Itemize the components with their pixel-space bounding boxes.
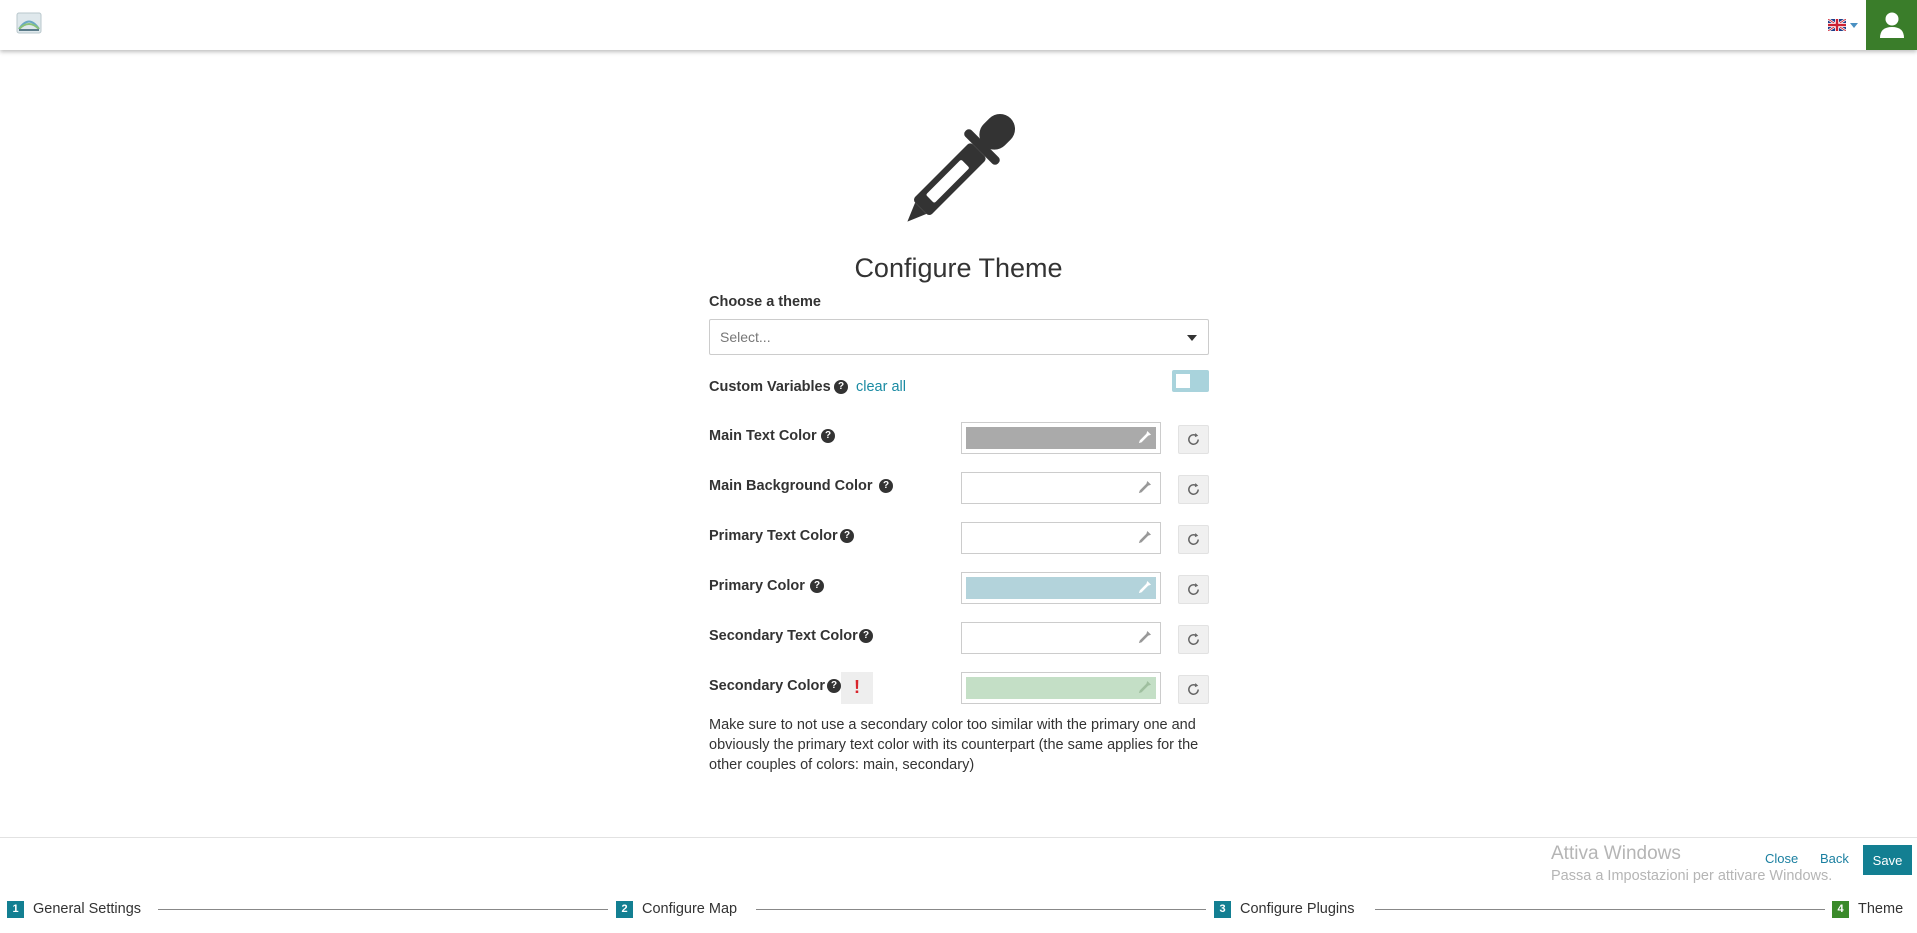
color-swatch bbox=[966, 577, 1156, 599]
step-number: 2 bbox=[616, 900, 633, 918]
help-icon[interactable]: ? bbox=[879, 479, 893, 493]
reset-main-background-color-button[interactable] bbox=[1178, 475, 1209, 504]
eyedropper-icon bbox=[1138, 680, 1152, 694]
help-icon[interactable]: ? bbox=[840, 529, 854, 543]
secondary-text-color-row: Secondary Text Color ? bbox=[709, 622, 1209, 654]
user-menu-button[interactable] bbox=[1866, 0, 1917, 50]
step-connector bbox=[158, 909, 608, 910]
back-button[interactable]: Back bbox=[1820, 851, 1849, 866]
primary-color-label: Primary Color bbox=[709, 578, 805, 594]
main-background-color-label: Main Background Color bbox=[709, 478, 873, 494]
theme-select-placeholder: Select... bbox=[720, 329, 771, 345]
app-logo-icon[interactable] bbox=[16, 10, 42, 36]
eyedropper-icon bbox=[1138, 630, 1152, 644]
secondary-color-label: Secondary Color bbox=[709, 678, 826, 694]
main-text-color-input[interactable] bbox=[961, 422, 1161, 454]
reset-secondary-color-button[interactable] bbox=[1178, 675, 1209, 704]
help-icon[interactable]: ? bbox=[810, 579, 824, 593]
chevron-down-icon bbox=[1850, 22, 1858, 28]
help-icon[interactable]: ? bbox=[827, 679, 841, 693]
color-swatch bbox=[966, 677, 1156, 699]
eyedropper-icon bbox=[1138, 430, 1152, 444]
step-connector bbox=[756, 909, 1206, 910]
primary-text-color-input[interactable] bbox=[961, 522, 1161, 554]
color-swatch bbox=[966, 427, 1156, 449]
secondary-text-color-input[interactable] bbox=[961, 622, 1161, 654]
main-background-color-input[interactable] bbox=[961, 472, 1161, 504]
language-selector[interactable] bbox=[1828, 17, 1858, 33]
color-advice-note: Make sure to not use a secondary color t… bbox=[709, 717, 1199, 773]
help-icon[interactable]: ? bbox=[834, 380, 848, 394]
user-icon bbox=[1879, 12, 1904, 38]
save-button[interactable]: Save bbox=[1863, 845, 1912, 875]
clear-all-link[interactable]: clear all bbox=[856, 379, 906, 395]
close-button[interactable]: Close bbox=[1765, 851, 1798, 866]
step-label: Configure Map bbox=[642, 901, 738, 917]
primary-color-row: Primary Color ? bbox=[709, 572, 1209, 604]
step-theme[interactable]: 4 Theme bbox=[1832, 899, 1903, 919]
page-title: Configure Theme bbox=[854, 253, 1063, 283]
step-number: 4 bbox=[1832, 900, 1849, 918]
refresh-icon bbox=[1188, 632, 1199, 645]
custom-variables-row: Custom Variables ? clear all bbox=[709, 374, 1209, 402]
main-text-color-label: Main Text Color bbox=[709, 428, 817, 444]
primary-text-color-label: Primary Text Color bbox=[709, 528, 838, 544]
primary-text-color-row: Primary Text Color ? bbox=[709, 522, 1209, 554]
refresh-icon bbox=[1188, 682, 1199, 695]
custom-variables-label: Custom Variables bbox=[709, 379, 831, 395]
step-configure-map[interactable]: 2 Configure Map bbox=[616, 899, 737, 919]
refresh-icon bbox=[1188, 532, 1199, 545]
warning-icon: ! bbox=[841, 672, 873, 704]
eyedropper-icon bbox=[1138, 480, 1152, 494]
windows-activation-subtitle: Passa a Impostazioni per attivare Window… bbox=[1551, 868, 1833, 884]
secondary-text-color-label: Secondary Text Color bbox=[709, 628, 858, 644]
theme-select[interactable]: Select... bbox=[709, 319, 1209, 355]
main-background-color-row: Main Background Color ? bbox=[709, 472, 1209, 504]
step-number: 3 bbox=[1214, 900, 1231, 918]
step-label: Configure Plugins bbox=[1240, 901, 1355, 917]
reset-main-text-color-button[interactable] bbox=[1178, 425, 1209, 454]
refresh-icon bbox=[1188, 482, 1199, 495]
chevron-down-icon bbox=[1187, 335, 1197, 341]
eyedropper-icon bbox=[892, 103, 1026, 237]
step-label: Theme bbox=[1858, 901, 1904, 917]
reset-primary-text-color-button[interactable] bbox=[1178, 525, 1209, 554]
step-number: 1 bbox=[7, 900, 24, 918]
help-icon[interactable]: ? bbox=[859, 629, 873, 643]
secondary-color-row: Secondary Color ? ! bbox=[709, 672, 1209, 704]
primary-color-input[interactable] bbox=[961, 572, 1161, 604]
help-icon[interactable]: ? bbox=[821, 429, 835, 443]
reset-secondary-text-color-button[interactable] bbox=[1178, 625, 1209, 654]
windows-activation-title: Attiva Windows bbox=[1551, 843, 1681, 864]
reset-primary-color-button[interactable] bbox=[1178, 575, 1209, 604]
eyedropper-icon bbox=[1138, 580, 1152, 594]
custom-variables-toggle[interactable] bbox=[1172, 370, 1209, 392]
eyedropper-icon bbox=[1138, 530, 1152, 544]
main-text-color-row: Main Text Color ? bbox=[709, 422, 1209, 454]
choose-theme-label: Choose a theme bbox=[709, 294, 821, 310]
top-bar bbox=[0, 0, 1917, 50]
secondary-color-input[interactable] bbox=[961, 672, 1161, 704]
step-connector bbox=[1375, 909, 1825, 910]
refresh-icon bbox=[1188, 432, 1199, 445]
uk-flag-icon bbox=[1828, 19, 1846, 31]
step-configure-plugins[interactable]: 3 Configure Plugins bbox=[1214, 899, 1354, 919]
step-label: General Settings bbox=[33, 901, 142, 917]
step-general-settings[interactable]: 1 General Settings bbox=[7, 899, 141, 919]
toggle-knob bbox=[1176, 374, 1190, 388]
footer-divider bbox=[0, 837, 1917, 838]
refresh-icon bbox=[1188, 582, 1199, 595]
